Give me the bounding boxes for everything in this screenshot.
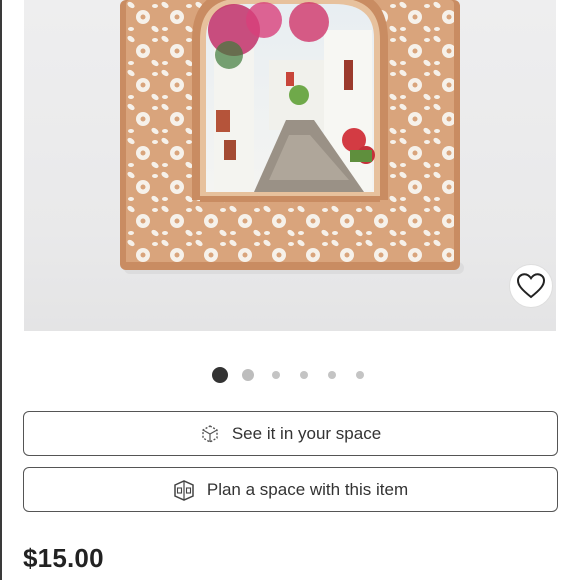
room-planner-icon — [173, 479, 195, 501]
ar-cube-icon — [200, 424, 220, 444]
plan-space-label: Plan a space with this item — [206, 479, 409, 499]
carousel-dot-6[interactable] — [356, 371, 364, 379]
carousel-dot-5[interactable] — [328, 371, 336, 379]
see-it-in-your-space-button[interactable]: See it in your space — [23, 411, 558, 456]
see-it-label: See it in your space — [231, 423, 382, 443]
carousel-dot-1-active[interactable] — [212, 367, 228, 383]
favorite-button[interactable] — [509, 264, 553, 308]
product-image[interactable] — [24, 0, 556, 331]
left-edge-divider — [0, 0, 2, 580]
carousel-dot-3[interactable] — [272, 371, 280, 379]
product-price: $15.00 — [23, 543, 104, 573]
heart-icon — [517, 273, 545, 299]
carved-photo-frame-illustration — [120, 0, 464, 274]
image-carousel-indicator — [0, 366, 580, 384]
carousel-dot-4[interactable] — [300, 371, 308, 379]
carousel-dot-2[interactable] — [242, 369, 254, 381]
plan-a-space-button[interactable]: Plan a space with this item — [23, 467, 558, 512]
